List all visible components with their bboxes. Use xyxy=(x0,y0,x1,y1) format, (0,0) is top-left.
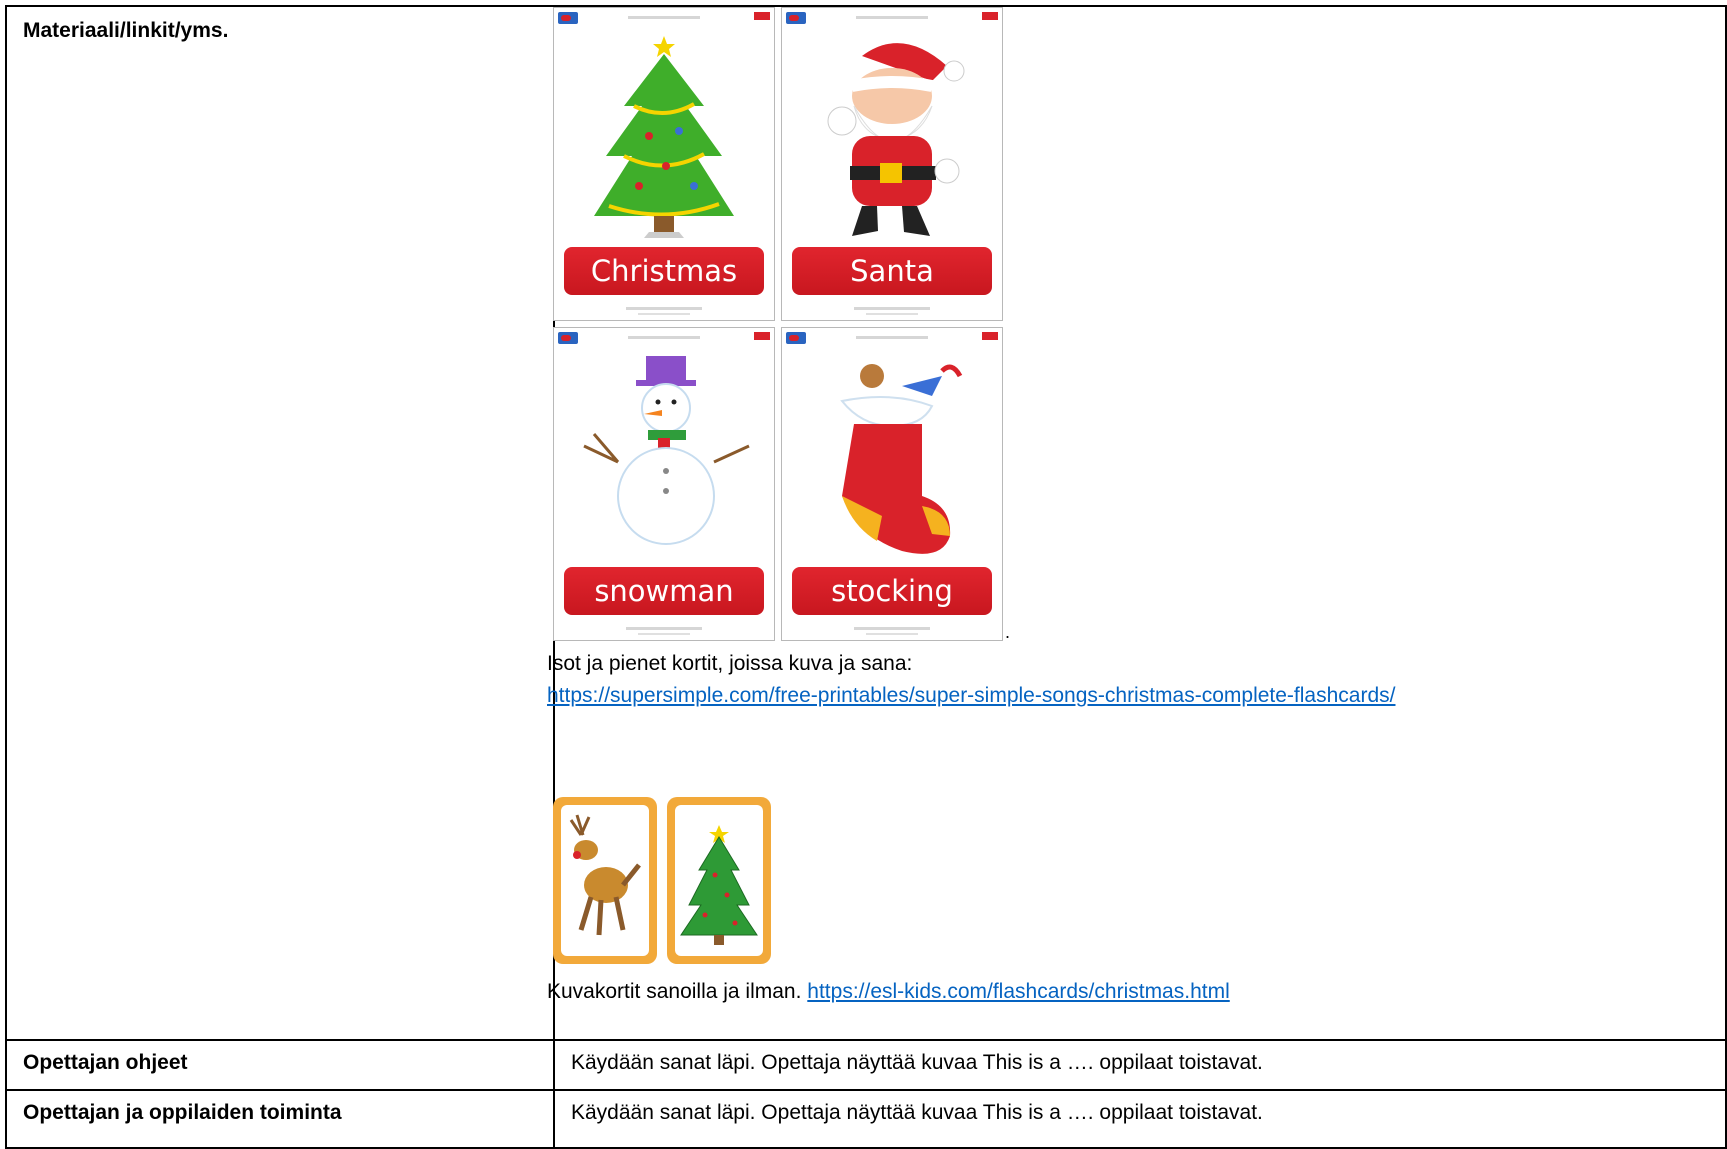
teacher-instructions-row: Opettajan ohjeet Käydään sanat läpi. Ope… xyxy=(5,1039,1727,1091)
flashcard-santa: Santa xyxy=(781,7,1003,321)
snowman-icon xyxy=(583,356,750,545)
flashcard-stocking: stocking xyxy=(781,327,1003,641)
santa-icon xyxy=(827,43,965,236)
esl-kids-flashcards-link[interactable]: https://esl-kids.com/flashcards/christma… xyxy=(807,980,1229,1003)
reindeer-icon xyxy=(569,814,641,936)
activity-label: Opettajan ja oppilaiden toiminta xyxy=(23,1101,342,1124)
teacher-instructions-label-cell: Opettajan ohjeet xyxy=(5,1039,555,1091)
teacher-instructions-text: Käydään sanat läpi. Opettaja näyttää kuv… xyxy=(571,1051,1263,1074)
christmas-tree-icon xyxy=(594,36,734,238)
flashcard-word: stocking xyxy=(792,567,992,615)
stocking-icon xyxy=(840,364,963,554)
flashcard-word: Christmas tree xyxy=(564,247,764,320)
materials-label-cell: Materiaali/linkit/yms. xyxy=(5,5,555,1041)
materials-description-1: Isot ja pienet kortit, joissa kuva ja sa… xyxy=(547,652,913,675)
flashcard-snowman: snowman xyxy=(553,327,775,641)
activity-text: Käydään sanat läpi. Opettaja näyttää kuv… xyxy=(571,1101,1263,1124)
teacher-instructions-content-cell: Käydään sanat läpi. Opettaja näyttää kuv… xyxy=(553,1039,1727,1091)
teacher-student-activity-row: Opettajan ja oppilaiden toiminta Käydään… xyxy=(5,1089,1727,1149)
flashcard-word: snowman xyxy=(564,567,764,615)
materials-description-2: Kuvakortit sanoilla ja ilman. xyxy=(547,980,808,1003)
trailing-dot: . xyxy=(1005,622,1011,642)
materials-label: Materiaali/linkit/yms. xyxy=(23,19,229,42)
flashcard-christmas-tree: Christmas tree xyxy=(553,7,775,321)
picture-card-christmas-tree xyxy=(667,797,771,964)
teacher-instructions-label: Opettajan ohjeet xyxy=(23,1051,188,1074)
activity-content-cell: Käydään sanat läpi. Opettaja näyttää kuv… xyxy=(553,1089,1727,1149)
christmas-tree-icon xyxy=(680,825,758,945)
picture-card-reindeer xyxy=(553,797,657,964)
supersimple-flashcards-link[interactable]: https://supersimple.com/free-printables/… xyxy=(547,684,1395,707)
activity-label-cell: Opettajan ja oppilaiden toiminta xyxy=(5,1089,555,1149)
materials-description-2-line: Kuvakortit sanoilla ja ilman. https://es… xyxy=(547,980,1230,1004)
flashcard-word: Santa xyxy=(792,247,992,295)
